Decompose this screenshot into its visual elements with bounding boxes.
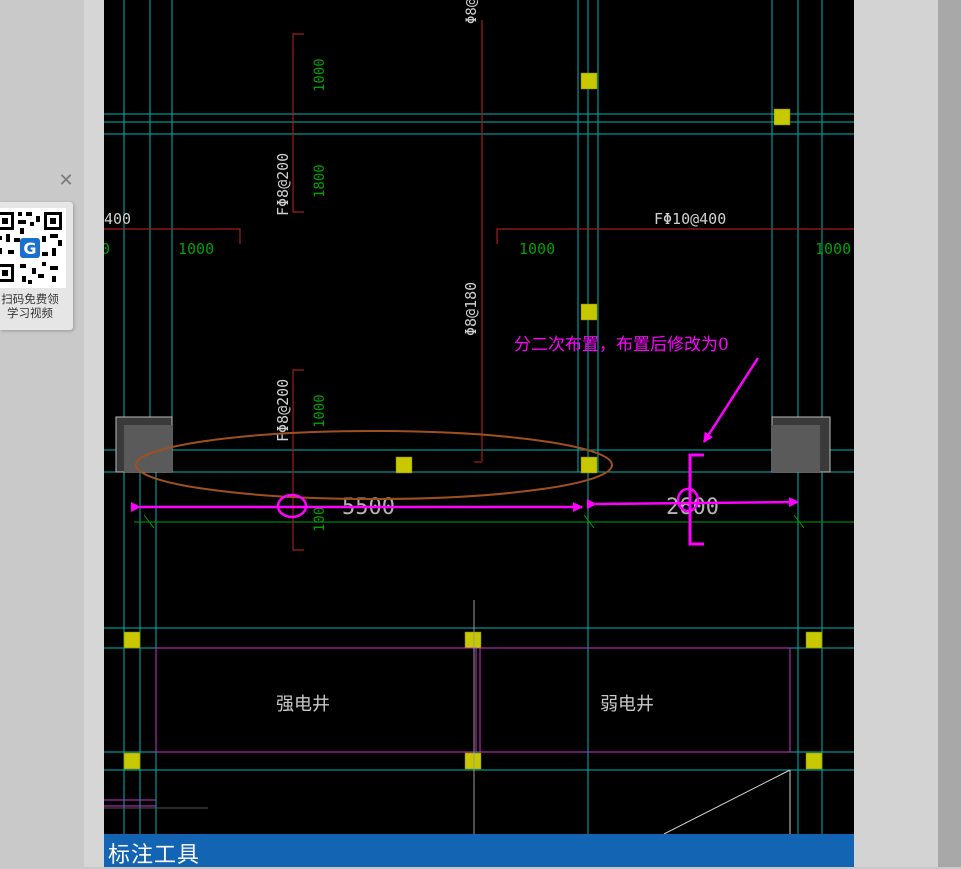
highlight-ellipse	[135, 430, 613, 500]
svg-text:G: G	[23, 239, 36, 258]
qr-popup[interactable]: G 扫码免费领 学习视频	[0, 202, 73, 330]
close-icon[interactable]: ✕	[57, 172, 75, 190]
wall-hatch-right	[771, 416, 831, 473]
window-edge	[938, 0, 961, 867]
status-title: 标注工具	[108, 843, 201, 868]
length-label-100-partial: 100	[312, 507, 328, 532]
page-margin-right	[854, 0, 938, 867]
rebar-label-partial-400: 400	[104, 210, 131, 228]
axis-grid	[104, 0, 854, 834]
length-label-1000-c: 1000	[815, 240, 851, 258]
qr-caption-line1: 扫码免费领	[1, 292, 59, 306]
rebar-label-f-phi8-200-upper: FΦ8@200	[274, 153, 292, 216]
rebar-label-f-phi10-400: FΦ10@400	[654, 210, 726, 228]
shaft-walls	[104, 600, 791, 834]
markup-annotation: 分二次布置，布置后修改为0	[514, 335, 729, 355]
length-label-0-partial: 0	[104, 240, 110, 258]
length-label-1800: 1800	[312, 164, 328, 198]
length-label-1000-b: 1000	[519, 240, 555, 258]
qr-code-icon: G	[0, 208, 66, 288]
rebar-label-phi8-180: Φ8@180	[462, 282, 480, 336]
wall-hatch-left	[115, 416, 173, 473]
stair-line	[663, 769, 791, 834]
room-label-weak-shaft: 弱电井	[600, 694, 654, 715]
status-bar: 标注工具	[104, 834, 854, 868]
length-label-1000-a: 1000	[178, 240, 214, 258]
qr-caption-line2: 学习视频	[7, 306, 53, 320]
qr-caption: 扫码免费领 学习视频	[0, 292, 70, 320]
room-label-strong-shaft: 强电井	[276, 694, 330, 715]
page-margin-left	[84, 0, 104, 867]
length-label-1000-lower: 1000	[312, 394, 328, 428]
dimension-span-right: 2600	[666, 495, 719, 520]
rebar-label-phi8-top: Φ8@	[464, 0, 480, 24]
length-label-1000-upper-left: 1000	[312, 58, 328, 92]
markup-arrows	[131, 357, 799, 512]
cad-drawing-canvas[interactable]: Φ8@ FΦ8@200 FΦ8@200 Φ8@180 FΦ10@400 400 …	[104, 0, 854, 834]
